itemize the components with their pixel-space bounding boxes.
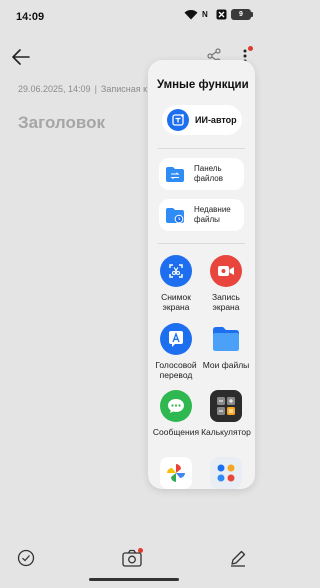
battery-icon: 9 [231, 9, 253, 20]
divider [158, 148, 245, 149]
back-arrow-icon[interactable] [10, 46, 32, 68]
notification-dot [248, 46, 253, 51]
voice-translate-app[interactable]: Голосовой перевод [151, 323, 201, 380]
screenshot-icon [160, 255, 192, 287]
screen-record-app[interactable]: Запись экрана [201, 255, 251, 312]
ai-writer-button[interactable]: ИИ-автор [162, 105, 242, 135]
photos-app[interactable] [151, 457, 201, 489]
screen-record-icon [210, 255, 242, 287]
status-time: 14:09 [16, 11, 45, 23]
my-files-icon [210, 323, 242, 355]
ai-writer-label: ИИ-автор [195, 115, 237, 125]
note-category[interactable]: Записная к [101, 84, 147, 94]
panel-title: Умные функции [157, 79, 249, 91]
my-files-label: Мои файлы [202, 360, 250, 370]
voice-translate-icon [160, 323, 192, 355]
messages-app[interactable]: Сообщения [151, 390, 201, 437]
wifi-icon [184, 10, 198, 20]
note-meta: 29.06.2025, 14:09 | Записная к [18, 84, 158, 94]
calculator-icon [210, 390, 242, 422]
messages-icon [160, 390, 192, 422]
ai-writer-icon [167, 109, 189, 131]
home-indicator[interactable] [89, 578, 179, 581]
status-bar: 14:09 N 9 [0, 0, 267, 34]
photos-icon [160, 457, 192, 489]
file-panel-label: Панель файлов [194, 164, 223, 183]
my-files-app[interactable]: Мои файлы [201, 323, 251, 370]
checklist-icon[interactable] [17, 549, 35, 567]
calculator-label: Калькулятор [201, 427, 251, 437]
voice-translate-label: Голосовой перевод [155, 360, 197, 380]
pen-icon[interactable] [229, 549, 247, 567]
file-panel-button[interactable]: Панель файлов [159, 158, 244, 190]
apps-folder-icon [210, 457, 242, 489]
note-date: 29.06.2025, 14:09 [18, 84, 91, 94]
screen-record-label: Запись экрана [212, 292, 240, 312]
camera-notification-dot [138, 548, 143, 553]
apps-folder[interactable] [201, 457, 251, 489]
smart-sidebar-panel: Умные функции ИИ-автор Панель файлов Неда… [148, 60, 255, 489]
screenshot-app[interactable]: Снимок экрана [151, 255, 201, 312]
meta-separator: | [94, 84, 97, 94]
calculator-app[interactable]: Калькулятор [201, 390, 251, 437]
divider [158, 243, 245, 244]
no-sim-icon [216, 9, 227, 20]
note-title-placeholder[interactable]: Заголовок [18, 113, 105, 133]
file-panel-icon [166, 166, 184, 182]
recent-files-label: Недавние файлы [194, 205, 231, 224]
screenshot-label: Снимок экрана [161, 292, 191, 312]
recent-files-icon [166, 207, 184, 223]
bottom-toolbar [0, 540, 267, 580]
messages-label: Сообщения [152, 427, 200, 437]
recent-files-button[interactable]: Недавние файлы [159, 199, 244, 231]
nfc-badge-icon: N [202, 9, 208, 19]
status-icons: N 9 [184, 9, 253, 20]
